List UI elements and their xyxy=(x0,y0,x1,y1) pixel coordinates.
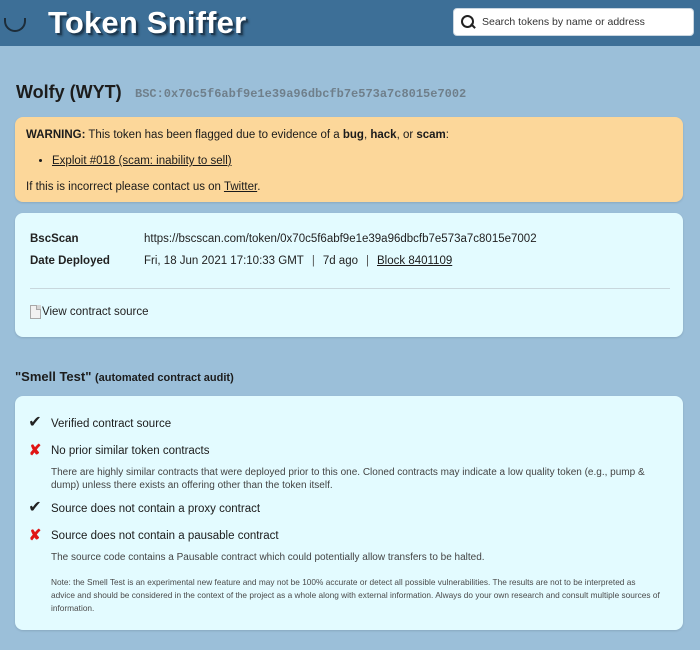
bscscan-url[interactable]: https://bscscan.com/token/0x70c5f6abf9e1… xyxy=(144,231,537,247)
warning-message: WARNING: This token has been flagged due… xyxy=(26,129,449,141)
check-icon: ✔ xyxy=(28,499,42,516)
exploit-list: Exploit #018 (scam: inability to sell) xyxy=(52,153,672,169)
site-header: Token Sniffer xyxy=(0,0,700,46)
search-icon xyxy=(460,14,476,30)
warning-label: WARNING: xyxy=(26,129,86,141)
smell-test-note: Note: the Smell Test is an experimental … xyxy=(51,577,660,613)
token-address: BSC:0x70c5f6abf9e1e39a96dbcfb7e573a7c801… xyxy=(135,87,467,101)
warning-banner: WARNING: This token has been flagged due… xyxy=(15,117,683,202)
twitter-link[interactable]: Twitter xyxy=(224,181,257,193)
separator: | xyxy=(366,255,369,267)
token-info-card: BscScan https://bscscan.com/token/0x70c5… xyxy=(15,213,683,337)
contact-message: If this is incorrect please contact us o… xyxy=(26,181,261,193)
bscscan-label: BscScan xyxy=(30,233,79,245)
divider xyxy=(30,288,670,289)
smell-item-title: No prior similar token contracts xyxy=(51,445,210,457)
cross-icon: ✘ xyxy=(28,527,42,544)
smell-item-title: Verified contract source xyxy=(51,418,172,430)
deployed-ago: 7d ago xyxy=(322,255,358,267)
cross-icon: ✘ xyxy=(28,442,42,459)
separator: | xyxy=(311,255,315,267)
smell-item-description: There are highly similar contracts that … xyxy=(51,467,645,491)
smell-item-description: The source code contains a Pausable cont… xyxy=(51,552,485,563)
check-icon: ✔ xyxy=(28,414,42,431)
smell-test-subheading: (automated contract audit) xyxy=(95,372,234,384)
deployed-date: Fri, 18 Jun 2021 17:10:33 GMT xyxy=(144,255,304,267)
list-item: Exploit #018 (scam: inability to sell) xyxy=(52,153,672,169)
view-source-link[interactable]: View contract source xyxy=(30,304,149,320)
token-name: Wolfy (WYT) xyxy=(16,82,122,102)
date-deployed-label: Date Deployed xyxy=(30,255,110,267)
logo-nose-icon xyxy=(4,18,26,32)
exploit-link[interactable]: Exploit #018 (scam: inability to sell) xyxy=(52,155,232,167)
site-title[interactable]: Token Sniffer xyxy=(48,5,246,41)
smell-item-title: Source does not contain a proxy contract xyxy=(51,503,261,515)
smell-item-title: Source does not contain a pausable contr… xyxy=(51,530,279,542)
block-link[interactable]: Block 8401109 xyxy=(377,255,452,267)
smell-test-heading: "Smell Test" (automated contract audit) xyxy=(15,369,234,384)
view-source-label: View contract source xyxy=(42,306,149,318)
smell-test-card: ✔ Verified contract source ✘ No prior si… xyxy=(15,396,683,630)
search-box[interactable] xyxy=(453,8,694,36)
search-input[interactable] xyxy=(482,16,687,28)
document-icon xyxy=(30,305,41,319)
